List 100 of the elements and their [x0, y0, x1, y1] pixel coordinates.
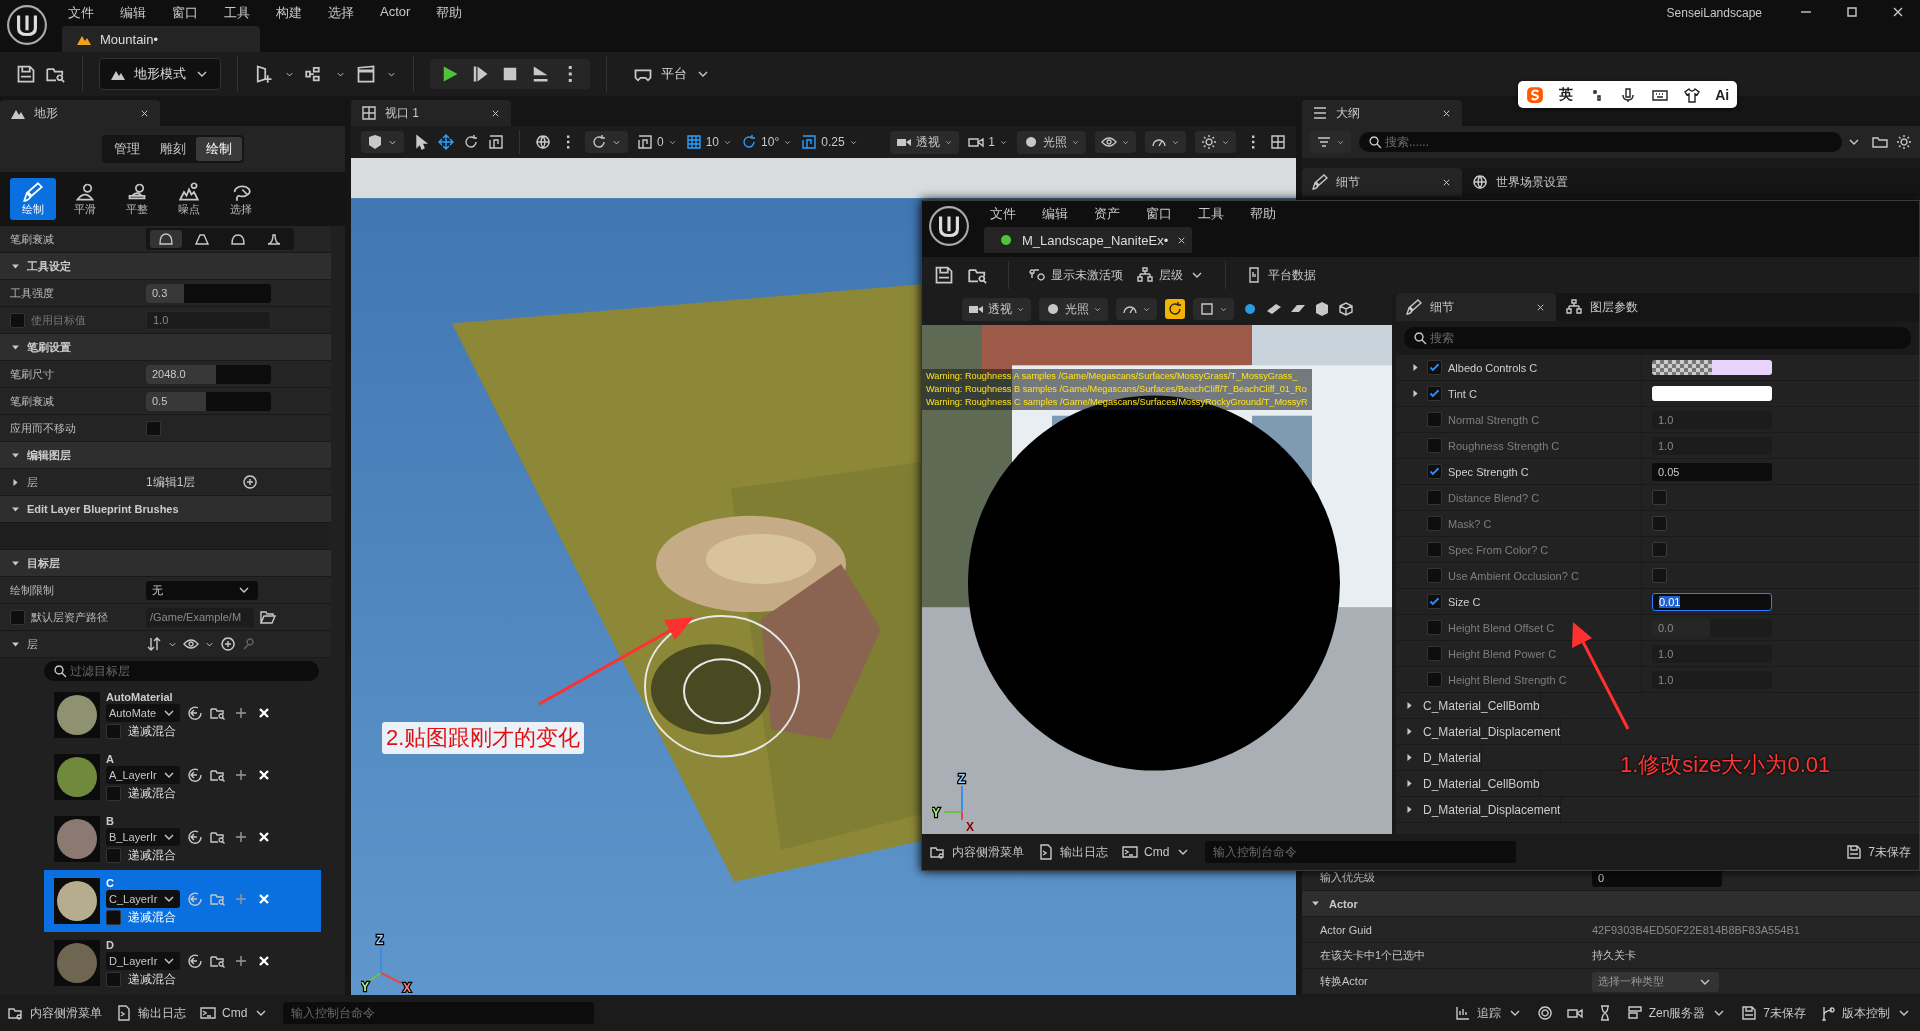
- checkbox[interactable]: [1652, 568, 1667, 583]
- checkbox[interactable]: [1427, 516, 1442, 531]
- settings-icon[interactable]: [1896, 134, 1912, 150]
- slider-field[interactable]: 0.3: [146, 283, 271, 303]
- cmd-dropdown[interactable]: Cmd: [200, 1005, 270, 1021]
- number-field[interactable]: 1.0: [1652, 436, 1772, 455]
- checkbox[interactable]: [106, 971, 121, 987]
- menu-item[interactable]: 帮助: [436, 4, 463, 22]
- falloff-option[interactable]: [150, 230, 182, 248]
- maximize-icon[interactable]: [1844, 4, 1860, 20]
- checkbox[interactable]: [106, 723, 121, 739]
- output-log-button[interactable]: 输出日志: [116, 1004, 186, 1022]
- outliner-tab[interactable]: 大纲: [1302, 100, 1462, 126]
- number-field[interactable]: 0.0: [1652, 618, 1772, 637]
- menu-item[interactable]: 选择: [328, 4, 354, 22]
- add-icon[interactable]: [242, 474, 258, 490]
- number-field[interactable]: 1.0: [146, 310, 271, 330]
- asset-dropdown[interactable]: AutoMate: [106, 703, 180, 722]
- layer-row[interactable]: AutoMaterial AutoMate 递减混合: [44, 684, 321, 746]
- snap-button[interactable]: 0: [637, 134, 677, 150]
- expand-arrow-icon[interactable]: [10, 476, 21, 488]
- search-field[interactable]: 搜索......: [1359, 132, 1842, 152]
- record-icon[interactable]: [1536, 1005, 1553, 1021]
- color-swatch[interactable]: [1652, 386, 1772, 401]
- mode-tab[interactable]: 雕刻: [149, 137, 196, 161]
- checkbox[interactable]: [1427, 672, 1442, 687]
- checkbox[interactable]: [1427, 490, 1442, 505]
- section-header[interactable]: Edit Layer Blueprint Brushes: [0, 496, 331, 523]
- folder-icon[interactable]: [260, 609, 276, 625]
- checkbox[interactable]: [106, 785, 121, 801]
- mode-tab[interactable]: 管理: [103, 137, 150, 161]
- number-field[interactable]: 0.05: [1652, 462, 1772, 481]
- checkbox[interactable]: [1427, 360, 1442, 375]
- number-field[interactable]: 1.0: [1652, 410, 1772, 429]
- asset-dropdown[interactable]: C_LayerIr: [106, 889, 180, 908]
- checkbox[interactable]: [1427, 620, 1442, 635]
- performance-dropdown[interactable]: [1145, 131, 1186, 153]
- filter-button[interactable]: [1310, 131, 1351, 153]
- show-dropdown[interactable]: [1095, 131, 1136, 153]
- select-mode-button[interactable]: [361, 131, 404, 153]
- group-row[interactable]: D_Material: [1396, 745, 1483, 770]
- checkbox[interactable]: [146, 420, 161, 436]
- dropdown[interactable]: 无: [146, 580, 258, 600]
- ime-logo[interactable]: [1525, 85, 1544, 104]
- layer-row[interactable]: D D_LayerIr 递减混合: [44, 932, 321, 994]
- checkbox[interactable]: [1652, 516, 1667, 531]
- ime-button[interactable]: 英: [1559, 85, 1574, 104]
- layer-row[interactable]: A A_LayerIr 递减混合: [44, 746, 321, 808]
- asset-dropdown[interactable]: D_LayerIr: [106, 951, 180, 970]
- console-input[interactable]: 输入控制台命令: [1205, 841, 1517, 863]
- use-asset-icon[interactable]: [187, 704, 203, 721]
- eye-icon[interactable]: [183, 636, 199, 652]
- group-row[interactable]: D_Material_Displacement: [1396, 797, 1562, 822]
- move-icon[interactable]: [438, 134, 454, 150]
- unsaved-button[interactable]: 7未保存: [1741, 1004, 1806, 1022]
- asset-dropdown[interactable]: A_LayerIr: [106, 765, 180, 784]
- scale-icon[interactable]: [488, 134, 504, 150]
- content-drawer-button[interactable]: 内容侧滑菜单: [8, 1004, 102, 1022]
- settings-dropdown[interactable]: [1195, 131, 1236, 153]
- globe-icon[interactable]: [535, 134, 551, 150]
- menu-item[interactable]: 工具: [224, 4, 250, 22]
- shirt-icon[interactable]: [1683, 86, 1700, 103]
- layer-row[interactable]: C C_LayerIr 递减混合: [44, 870, 321, 932]
- lighting-dropdown[interactable]: 光照: [1017, 130, 1086, 154]
- number-field[interactable]: 1.0: [1652, 670, 1772, 689]
- camera-speed-button[interactable]: 1: [968, 134, 1008, 150]
- section-header[interactable]: 工具设定: [0, 253, 331, 280]
- trace-dropdown[interactable]: 追踪: [1454, 1004, 1523, 1022]
- menu-item[interactable]: 编辑: [120, 4, 146, 22]
- color-swatch[interactable]: [1652, 360, 1772, 375]
- menu-item[interactable]: 窗口: [172, 4, 198, 22]
- checkbox[interactable]: [1427, 542, 1442, 557]
- checkbox[interactable]: [1427, 568, 1442, 583]
- dropdown[interactable]: 选择一种类型: [1592, 971, 1719, 992]
- details-tab[interactable]: 细节: [1302, 168, 1462, 196]
- mode-dropdown[interactable]: 地形模式: [99, 58, 221, 90]
- checkbox[interactable]: [1652, 490, 1667, 505]
- rotate-icon[interactable]: [463, 134, 479, 150]
- checkbox[interactable]: [1652, 542, 1667, 557]
- path-field[interactable]: /Game/Example/M: [146, 607, 254, 627]
- engine-logo[interactable]: [6, 4, 48, 46]
- console-input[interactable]: 输入控制台命令: [283, 1002, 595, 1024]
- section-header[interactable]: 编辑图层: [0, 442, 331, 469]
- layout-icon[interactable]: [1270, 134, 1286, 150]
- snap-button[interactable]: 10: [685, 134, 733, 150]
- details-tab[interactable]: 细节: [1396, 293, 1556, 321]
- clapperboard-icon[interactable]: [356, 64, 376, 84]
- search-field[interactable]: 过滤目标层: [44, 661, 319, 681]
- view-mode-dropdown[interactable]: 透视: [890, 130, 960, 154]
- group-row[interactable]: C_Material_CellBomb: [1396, 693, 1541, 718]
- add-icon[interactable]: [220, 636, 236, 652]
- platform-dropdown[interactable]: 平台: [623, 58, 721, 90]
- checkbox[interactable]: [10, 312, 25, 328]
- section-header[interactable]: 笔刷设置: [0, 334, 331, 361]
- section-header[interactable]: Actor: [1302, 891, 1920, 917]
- microphone-icon[interactable]: [1620, 86, 1637, 103]
- server-dropdown[interactable]: Zen服务器: [1626, 1004, 1728, 1022]
- snap-button[interactable]: 10°: [741, 134, 793, 150]
- use-asset-icon[interactable]: [187, 766, 203, 783]
- expand-arrow-icon[interactable]: [1410, 388, 1421, 399]
